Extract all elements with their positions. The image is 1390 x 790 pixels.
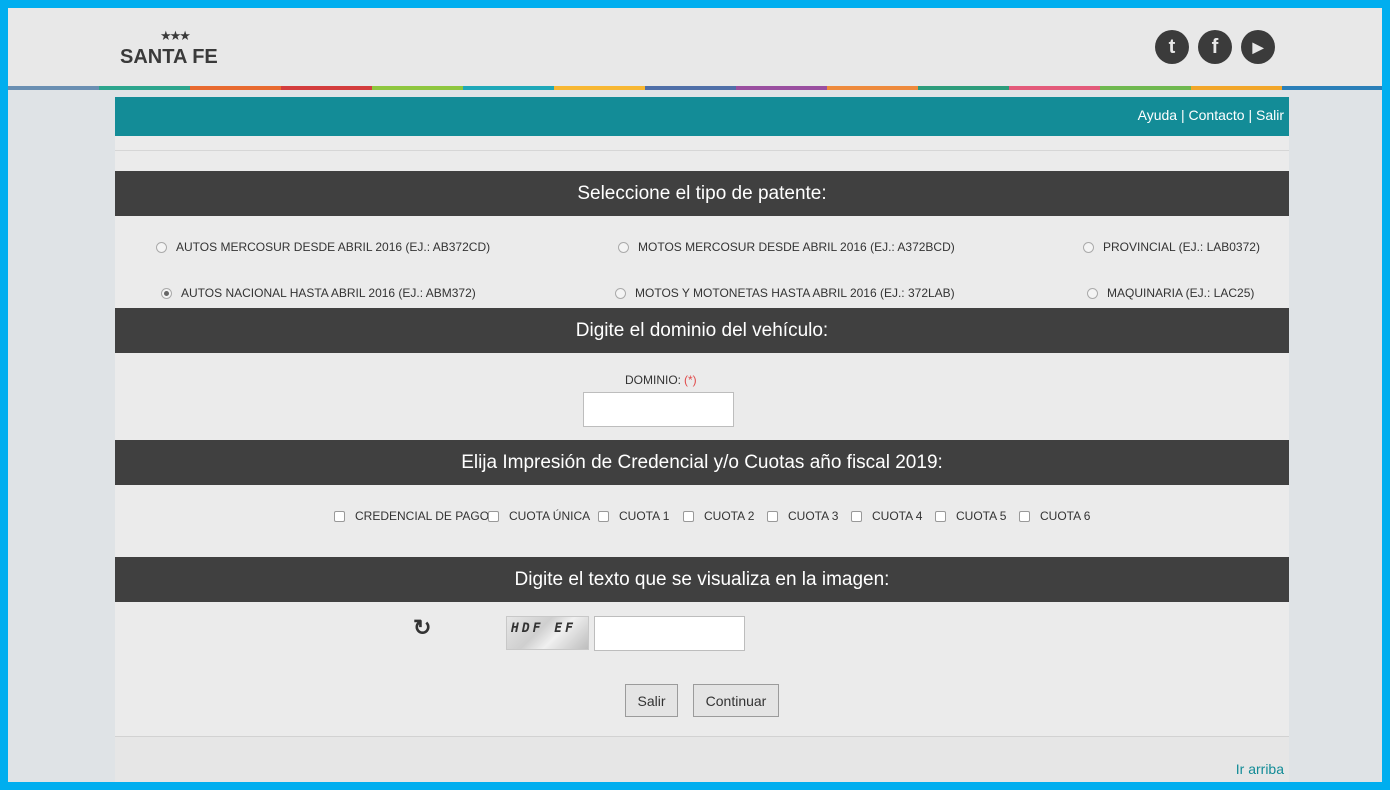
radio-label: PROVINCIAL (EJ.: LAB0372) [1103,240,1260,254]
ir-arriba-link[interactable]: Ir arriba [1236,761,1284,777]
page-frame: ★★★ SANTA FE t f ▶ Ayuda | Contacto | Sa… [8,8,1382,782]
captcha-input[interactable] [594,616,745,651]
top-nav-bar: Ayuda | Contacto | Salir [115,97,1289,136]
radio-label: MAQUINARIA (EJ.: LAC25) [1107,286,1255,300]
checkbox[interactable] [488,510,499,522]
facebook-icon[interactable]: f [1198,30,1232,64]
checkbox[interactable] [683,510,694,522]
radio-option-autos-mercosur[interactable]: AUTOS MERCOSUR DESDE ABRIL 2016 (EJ.: AB… [156,240,490,254]
twitter-icon[interactable]: t [1155,30,1189,64]
radio-label: MOTOS Y MOTONETAS HASTA ABRIL 2016 (EJ.:… [635,286,955,300]
stripe-segment [372,86,463,90]
divider [115,150,1289,151]
stars-icon: ★★★ [160,28,191,43]
youtube-icon[interactable]: ▶ [1241,30,1275,64]
link-contacto[interactable]: Contacto [1189,107,1245,123]
radio-label: AUTOS MERCOSUR DESDE ABRIL 2016 (EJ.: AB… [176,240,491,254]
radio-button[interactable] [156,241,167,253]
section-title-captcha: Digite el texto que se visualiza en la i… [115,557,1289,602]
color-stripe [8,86,1382,90]
stripe-segment [827,86,918,90]
checkbox-label: CUOTA 1 [619,509,670,523]
link-separator: | [1177,107,1189,123]
link-salir[interactable]: Salir [1256,107,1284,123]
section-title-cuotas: Elija Impresión de Credencial y/o Cuotas… [115,440,1289,485]
checkbox[interactable] [767,510,778,522]
continuar-button[interactable]: Continuar [693,684,779,717]
checkbox-cuota-6[interactable]: CUOTA 6 [1019,509,1090,523]
radio-button-selected[interactable] [161,287,172,299]
required-mark: (*) [684,373,697,387]
radio-option-autos-nacional[interactable]: AUTOS NACIONAL HASTA ABRIL 2016 (EJ.: AB… [161,286,476,300]
captcha-image: HDF EF [506,616,589,650]
stripe-segment [8,86,99,90]
radio-button[interactable] [618,241,629,253]
dominio-label: DOMINIO: (*) [625,373,697,387]
section-title-patente: Seleccione el tipo de patente: [115,171,1289,216]
site-header: ★★★ SANTA FE t f ▶ [8,8,1382,86]
stripe-segment [99,86,190,90]
logo-text: SANTA FE [120,46,218,68]
checkbox-cuota-3[interactable]: CUOTA 3 [767,509,838,523]
stripe-segment [281,86,372,90]
santa-fe-logo[interactable]: ★★★ SANTA FE [120,28,230,72]
checkbox[interactable] [334,510,345,522]
checkbox[interactable] [935,510,946,522]
checkbox-label: CUOTA 6 [1040,509,1091,523]
checkbox-label: CUOTA ÚNICA [509,509,591,523]
checkbox-cuota-1[interactable]: CUOTA 1 [598,509,669,523]
stripe-segment [1009,86,1100,90]
checkbox-label: CREDENCIAL DE PAGO [355,509,490,523]
radio-label: AUTOS NACIONAL HASTA ABRIL 2016 (EJ.: AB… [181,286,476,300]
stripe-segment [736,86,827,90]
radio-label: MOTOS MERCOSUR DESDE ABRIL 2016 (EJ.: A3… [638,240,955,254]
top-links: Ayuda | Contacto | Salir [1138,107,1284,123]
checkbox-label: CUOTA 3 [788,509,839,523]
refresh-captcha-icon[interactable]: ↻ [413,615,431,641]
checkbox[interactable] [1019,510,1030,522]
checkbox-label: CUOTA 5 [956,509,1007,523]
radio-button[interactable] [1087,287,1098,299]
section-title-dominio: Digite el dominio del vehículo: [115,308,1289,353]
checkbox-credencial-de-pago[interactable]: CREDENCIAL DE PAGO [334,509,489,523]
checkbox-label: CUOTA 2 [704,509,755,523]
checkbox-cuota-4[interactable]: CUOTA 4 [851,509,922,523]
stripe-segment [463,86,554,90]
stripe-segment [918,86,1009,90]
link-separator: | [1244,107,1256,123]
stripe-segment [1100,86,1191,90]
footer [115,737,1289,782]
stripe-segment [1191,86,1282,90]
stripe-segment [554,86,645,90]
radio-option-motos-motonetas[interactable]: MOTOS Y MOTONETAS HASTA ABRIL 2016 (EJ.:… [615,286,955,300]
checkbox-label: CUOTA 4 [872,509,923,523]
radio-option-motos-mercosur[interactable]: MOTOS MERCOSUR DESDE ABRIL 2016 (EJ.: A3… [618,240,955,254]
main-container: Ayuda | Contacto | Salir Seleccione el t… [115,97,1289,782]
checkbox-cuota-5[interactable]: CUOTA 5 [935,509,1006,523]
radio-button[interactable] [1083,241,1094,253]
checkbox-cuota-unica[interactable]: CUOTA ÚNICA [488,509,590,523]
dominio-input[interactable] [583,392,734,427]
checkbox[interactable] [851,510,862,522]
salir-button[interactable]: Salir [625,684,678,717]
link-ayuda[interactable]: Ayuda [1138,107,1177,123]
radio-button[interactable] [615,287,626,299]
checkbox[interactable] [598,510,609,522]
radio-option-provincial[interactable]: PROVINCIAL (EJ.: LAB0372) [1083,240,1260,254]
stripe-segment [1282,86,1382,90]
checkbox-cuota-2[interactable]: CUOTA 2 [683,509,754,523]
dominio-label-text: DOMINIO: [625,373,681,387]
stripe-segment [190,86,281,90]
stripe-segment [645,86,736,90]
radio-option-maquinaria[interactable]: MAQUINARIA (EJ.: LAC25) [1087,286,1254,300]
